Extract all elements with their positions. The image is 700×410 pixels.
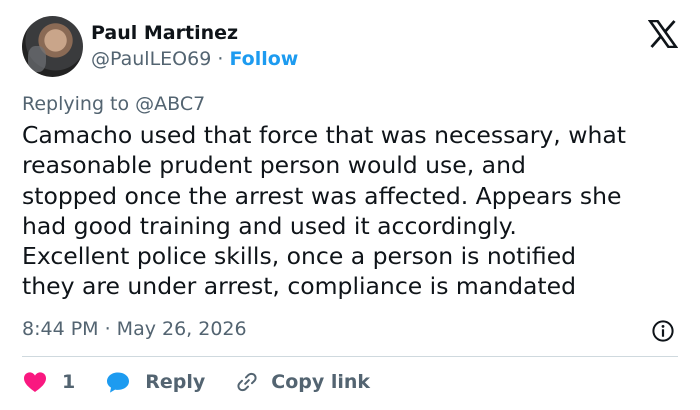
avatar[interactable]	[22, 16, 83, 77]
copy-link-button[interactable]: Copy link	[235, 370, 370, 394]
link-icon	[237, 372, 257, 392]
divider	[22, 356, 678, 357]
tweet-line: stopped once the arrest was affected. Ap…	[22, 181, 622, 210]
tweet-line: they are under arrest, compliance is man…	[22, 272, 577, 301]
author-handle-row: @PaulLEO69 · Follow	[91, 48, 298, 70]
tweet-line: had good training and used it accordingl…	[22, 211, 517, 240]
tweet-line: Camacho used that force that was necessa…	[22, 121, 626, 149]
heart-icon	[24, 372, 46, 392]
x-logo-icon[interactable]	[648, 20, 678, 48]
copy-link-label: Copy link	[271, 371, 371, 393]
replying-to[interactable]: Replying to @ABC7	[22, 93, 205, 115]
reply-label: Reply	[145, 371, 206, 393]
like-button[interactable]: 1	[22, 370, 75, 394]
like-count: 1	[62, 371, 76, 393]
info-icon[interactable]	[651, 319, 675, 343]
tweet-line: reasonable prudent person would use, and	[22, 151, 526, 180]
tweet-text: Camacho used that force that was necessa…	[22, 120, 692, 302]
timestamp[interactable]: 8:44 PM · May 26, 2026	[22, 318, 247, 340]
author-handle[interactable]: @PaulLEO69	[91, 48, 211, 70]
action-bar: 1 Reply Copy link	[22, 370, 370, 394]
author-name[interactable]: Paul Martinez	[91, 22, 238, 44]
reply-button[interactable]: Reply	[105, 370, 205, 394]
speech-bubble-icon	[107, 372, 130, 393]
handle-separator: ·	[217, 48, 224, 70]
tweet-line: Excellent police skills, once a person i…	[22, 242, 577, 271]
follow-button[interactable]: Follow	[229, 48, 298, 70]
